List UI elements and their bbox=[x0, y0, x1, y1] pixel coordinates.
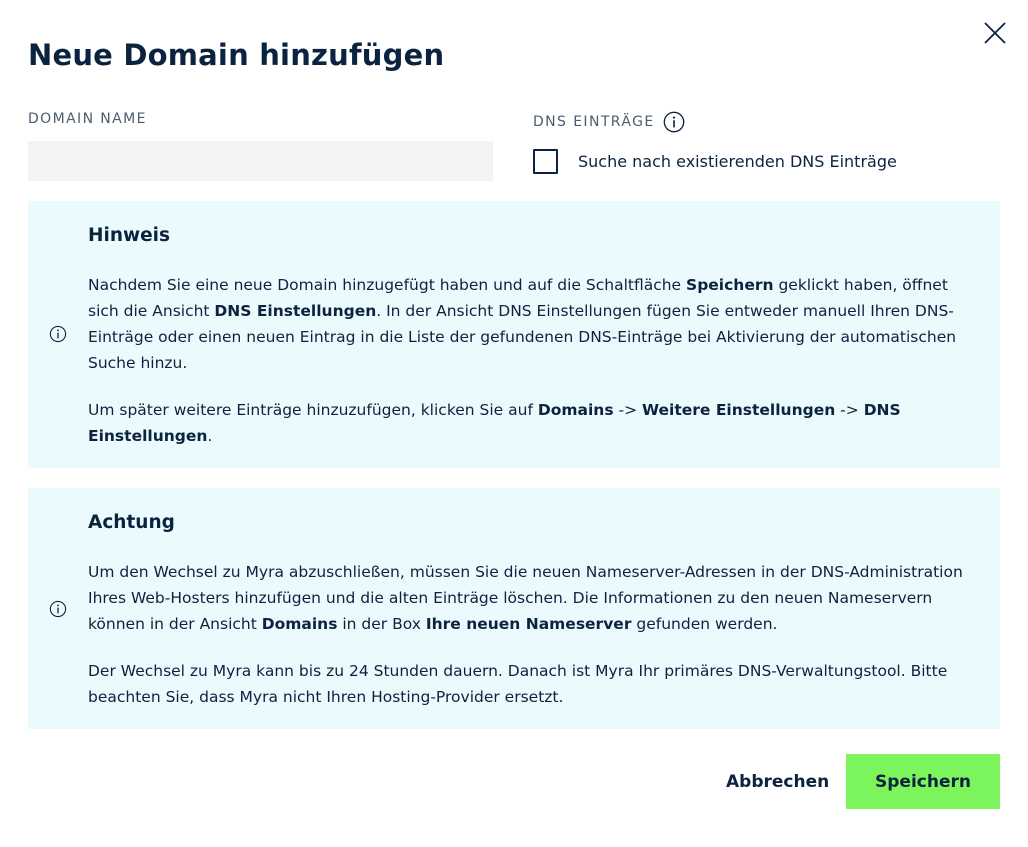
warning-notice: Achtung Um den Wechsel zu Myra abzuschli… bbox=[28, 488, 1000, 729]
hint-title: Hinweis bbox=[88, 225, 170, 246]
info-icon bbox=[49, 325, 67, 343]
search-dns-checkbox-row[interactable]: Suche nach existierenden DNS Einträge bbox=[533, 149, 897, 174]
warning-title: Achtung bbox=[88, 512, 175, 533]
search-dns-checkbox-label[interactable]: Suche nach existierenden DNS Einträge bbox=[578, 152, 897, 171]
dns-entries-label: DNS EINTRÄGE bbox=[533, 111, 685, 133]
info-icon[interactable] bbox=[663, 111, 685, 133]
domain-name-input[interactable] bbox=[28, 141, 493, 181]
add-domain-dialog: Neue Domain hinzufügen DOMAIN NAME DNS E… bbox=[0, 0, 1028, 847]
cancel-button[interactable]: Abbrechen bbox=[718, 768, 837, 796]
warning-paragraph-2: Der Wechsel zu Myra kann bis zu 24 Stund… bbox=[88, 662, 948, 706]
hint-body: Nachdem Sie eine neue Domain hinzugefügt… bbox=[88, 272, 983, 449]
close-icon[interactable] bbox=[983, 21, 1007, 45]
search-dns-checkbox[interactable] bbox=[533, 149, 558, 174]
hint-paragraph-2: Um später weitere Einträge hinzuzufügen,… bbox=[88, 401, 901, 445]
warning-paragraph-1: Um den Wechsel zu Myra abzuschließen, mü… bbox=[88, 563, 963, 633]
save-button[interactable]: Speichern bbox=[846, 754, 1000, 809]
warning-body: Um den Wechsel zu Myra abzuschließen, mü… bbox=[88, 559, 983, 710]
info-icon bbox=[49, 600, 67, 618]
dialog-title: Neue Domain hinzufügen bbox=[28, 38, 445, 72]
hint-paragraph-1: Nachdem Sie eine neue Domain hinzugefügt… bbox=[88, 276, 957, 372]
hint-notice: Hinweis Nachdem Sie eine neue Domain hin… bbox=[28, 201, 1000, 468]
domain-name-label: DOMAIN NAME bbox=[28, 111, 147, 127]
dns-entries-label-text: DNS EINTRÄGE bbox=[533, 114, 655, 130]
